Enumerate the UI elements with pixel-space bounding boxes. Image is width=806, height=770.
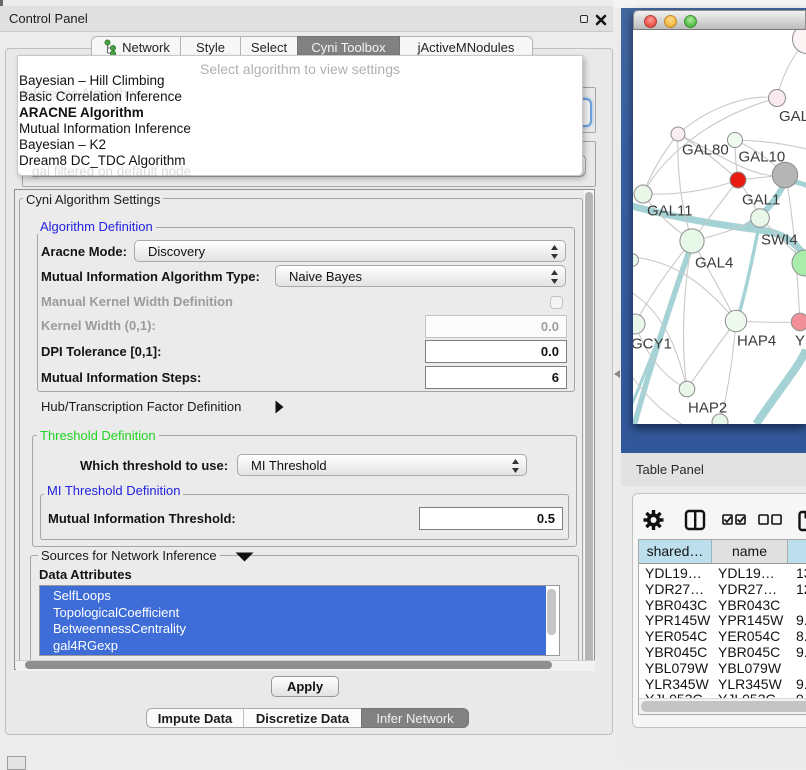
svg-text:SWI4: SWI4 bbox=[761, 232, 798, 249]
svg-text:Y: Y bbox=[795, 333, 805, 350]
svg-text:HAP2: HAP2 bbox=[688, 400, 727, 417]
svg-text:GAL80: GAL80 bbox=[682, 142, 729, 159]
svg-text:HAP4: HAP4 bbox=[737, 333, 776, 350]
svg-text:GAL2: GAL2 bbox=[779, 108, 806, 125]
svg-text:GAL4: GAL4 bbox=[695, 255, 733, 272]
svg-text:GAL11: GAL11 bbox=[647, 203, 693, 220]
svg-text:GAL10: GAL10 bbox=[739, 149, 786, 166]
svg-text:GAL1: GAL1 bbox=[742, 192, 780, 209]
svg-text:GCY1: GCY1 bbox=[633, 336, 672, 353]
